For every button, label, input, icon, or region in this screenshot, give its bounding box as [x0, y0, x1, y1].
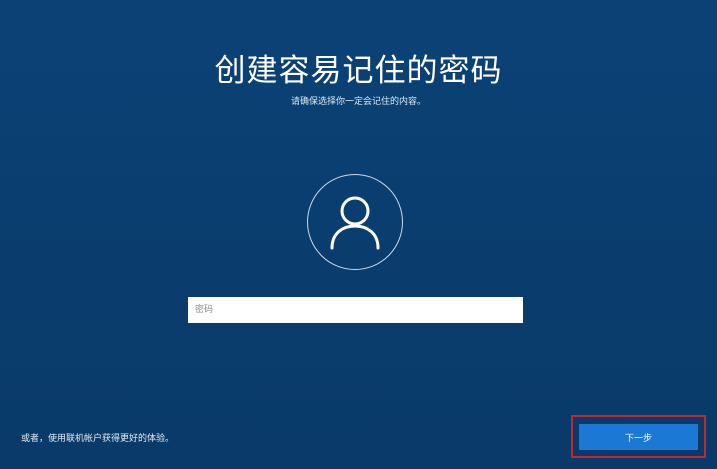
user-icon [330, 196, 380, 250]
page-title: 创建容易记住的密码 [214, 53, 503, 89]
password-input[interactable] [188, 297, 523, 323]
avatar [307, 174, 403, 270]
online-account-link[interactable]: 或者，使用联机帐户获得更好的体验。 [21, 433, 174, 445]
setup-screen: 创建容易记住的密码 请确保选择你一定会记住的内容。 或者，使用联机帐户获得更好的… [0, 0, 717, 469]
page-subtitle: 请确保选择你一定会记住的内容。 [290, 97, 426, 107]
next-button[interactable]: 下一步 [579, 424, 698, 450]
